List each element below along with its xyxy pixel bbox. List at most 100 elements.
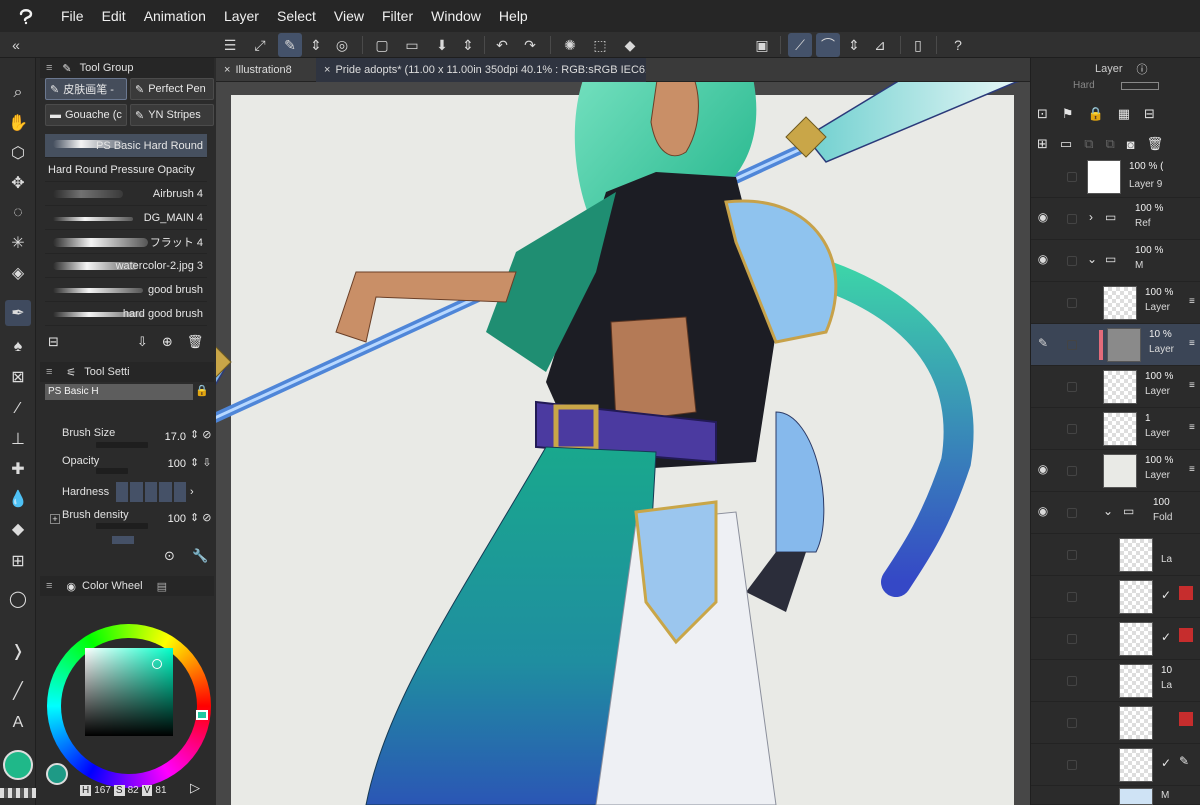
opacity-bar[interactable] — [96, 468, 128, 474]
layer-checkbox[interactable] — [1067, 592, 1077, 602]
stamp-icon[interactable]: ⊥ — [5, 426, 31, 452]
download-icon[interactable]: ⇩ — [137, 334, 148, 350]
menu-window[interactable]: Window — [422, 0, 490, 32]
chevron-down-icon[interactable]: ⌄ — [1103, 504, 1113, 518]
brush-size-bar[interactable] — [96, 442, 148, 448]
brush-item[interactable]: フラット 4 — [45, 230, 207, 254]
chevron-updown-icon[interactable]: ⇕ — [456, 33, 480, 57]
brush-density-bar[interactable] — [96, 523, 148, 529]
eyedropper-icon[interactable]: ⁄ — [5, 396, 31, 422]
open-folder-icon[interactable]: ▭ — [400, 33, 424, 57]
drag-handle-icon[interactable]: ≡ — [1189, 380, 1195, 391]
ruler-icon[interactable]: ⊿ — [868, 33, 892, 57]
drag-handle-icon[interactable]: ≡ — [1189, 338, 1195, 349]
check-icon[interactable]: ✓ — [1161, 588, 1171, 602]
hand-icon[interactable]: ✋ — [5, 110, 31, 136]
layer-checkbox[interactable] — [1067, 424, 1077, 434]
tool-group-header[interactable]: ≡ ✎ Tool Group — [40, 58, 214, 78]
layer-checkbox[interactable] — [1067, 676, 1077, 686]
lock-transparency-icon[interactable]: ▦ — [1118, 106, 1130, 122]
grid-icon[interactable]: ⊞ — [5, 548, 31, 574]
layer-checkbox[interactable] — [1067, 718, 1077, 728]
color-mode-icon[interactable]: ▷ — [190, 780, 200, 796]
eye-icon[interactable]: ◉ — [1035, 252, 1051, 268]
pen-mode-icon[interactable]: ✎ — [278, 33, 302, 57]
layer-row[interactable]: ◉ ⌄ ▭ 100 Fold — [1031, 492, 1200, 534]
brush-item[interactable]: good brush — [45, 278, 207, 302]
dashed-select-icon[interactable]: ⬚ — [588, 33, 612, 57]
layer-checkbox[interactable] — [1067, 298, 1077, 308]
opacity-slider[interactable] — [1121, 82, 1159, 90]
drag-handle-icon[interactable]: ≡ — [1189, 422, 1195, 433]
brush-size-stepper[interactable]: ⇕ ⊘ — [190, 428, 212, 441]
reference-layer-icon[interactable]: ⊡ — [1037, 106, 1048, 122]
delete-layer-icon[interactable]: 🗑 — [1147, 136, 1164, 152]
subtool-gouache[interactable]: ▬ Gouache (c — [45, 104, 127, 126]
close-icon[interactable]: × — [324, 64, 330, 76]
brush-name-field[interactable]: PS Basic H — [45, 384, 193, 400]
chevron-right-icon[interactable]: › — [1089, 210, 1093, 224]
layer-checkbox[interactable] — [1067, 256, 1077, 266]
brush-item[interactable]: DG_MAIN 4 — [45, 206, 207, 230]
record-icon[interactable]: ◎ — [330, 33, 354, 57]
opacity-value[interactable]: 100 — [152, 458, 186, 470]
info-icon[interactable]: ⓘ — [1137, 61, 1148, 77]
color-picker-handle[interactable] — [152, 659, 162, 669]
wrench-icon[interactable]: 🔧 — [192, 548, 208, 564]
layer-checkbox[interactable] — [1067, 550, 1077, 560]
settings-dial-icon[interactable]: ⊙ — [164, 548, 175, 564]
check-icon[interactable]: ✓ — [1161, 756, 1171, 770]
layer-checkbox[interactable] — [1067, 508, 1077, 518]
hardness-level[interactable] — [116, 482, 129, 502]
duplicate-icon[interactable]: ⊕ — [162, 334, 173, 350]
layer-row[interactable]: ✓ — [1031, 618, 1200, 660]
layer-row-selected[interactable]: ✎ 10 % Layer ≡ — [1031, 324, 1200, 366]
save-icon[interactable]: ⬇ — [430, 33, 454, 57]
lasso-icon[interactable]: ◌ — [5, 200, 31, 226]
scroll-thumb[interactable] — [112, 536, 134, 544]
blend-mode-select[interactable]: Hard — [1073, 80, 1095, 91]
eraser-icon[interactable]: ◈ — [5, 260, 31, 286]
fill-bucket-icon[interactable]: ◆ — [5, 516, 31, 542]
hardness-level[interactable] — [144, 482, 158, 502]
opacity-stepper[interactable]: ⇕ ⇩ — [190, 456, 212, 469]
layer-checkbox[interactable] — [1067, 214, 1077, 224]
zoom-icon[interactable]: ⌕ — [5, 80, 31, 106]
canvas-area[interactable] — [216, 82, 1030, 805]
brush-item[interactable]: Airbrush 4 — [45, 182, 207, 206]
selection-frame-icon[interactable]: ▣ — [750, 33, 774, 57]
layer-row[interactable]: 100 % Layer ≡ — [1031, 282, 1200, 324]
tab-pride-adopts[interactable]: × Pride adopts* (11.00 x 11.00in 350dpi … — [316, 58, 646, 82]
mask-icon[interactable]: ◙ — [1127, 137, 1135, 152]
lock-layer-icon[interactable]: 🔒 — [1088, 106, 1104, 122]
layer-checkbox[interactable] — [1067, 172, 1077, 182]
brush-item[interactable]: PS Basic Hard Round — [45, 134, 207, 158]
sparkle-tool-icon[interactable]: ✚ — [5, 456, 31, 482]
water-drop-icon[interactable]: 💧 — [5, 486, 31, 512]
brush-density-stepper[interactable]: ⇕ ⊘ — [190, 511, 212, 524]
layer-row[interactable]: La — [1031, 534, 1200, 576]
chevron-down-icon[interactable]: ⌄ — [1087, 252, 1097, 266]
brush-settings-icon[interactable]: ⊟ — [48, 334, 59, 350]
device-icon[interactable]: ▯ — [906, 33, 930, 57]
menu-animation[interactable]: Animation — [135, 0, 215, 32]
combine-down-icon[interactable]: ⧉ — [1106, 136, 1115, 152]
fill-icon[interactable]: ◆ — [618, 33, 642, 57]
tool-settings-header[interactable]: ≡ ⚟ Tool Setti — [40, 362, 214, 382]
loading-icon[interactable]: ✺ — [558, 33, 582, 57]
color-set-icon[interactable]: ▤ — [157, 580, 167, 593]
menu-filter[interactable]: Filter — [373, 0, 422, 32]
layer-row[interactable]: ◉ 100 % Layer ≡ — [1031, 450, 1200, 492]
eye-icon[interactable]: ◉ — [1035, 210, 1051, 226]
chevron-right-icon[interactable]: › — [190, 486, 194, 498]
line-icon[interactable]: ╱ — [5, 678, 31, 704]
chevron-updown-icon[interactable]: ⇕ — [842, 33, 866, 57]
ellipse-icon[interactable]: ◯ — [5, 586, 31, 612]
brush-density-value[interactable]: 100 — [152, 513, 186, 525]
hardness-level[interactable] — [130, 482, 143, 502]
new-raster-layer-icon[interactable]: ⊞ — [1037, 136, 1048, 152]
menu-help[interactable]: Help — [490, 0, 537, 32]
snap-curve-icon[interactable]: ⌒ — [816, 33, 840, 57]
menu-view[interactable]: View — [325, 0, 373, 32]
layer-row[interactable]: 100 % ( Layer 9 — [1031, 156, 1200, 198]
